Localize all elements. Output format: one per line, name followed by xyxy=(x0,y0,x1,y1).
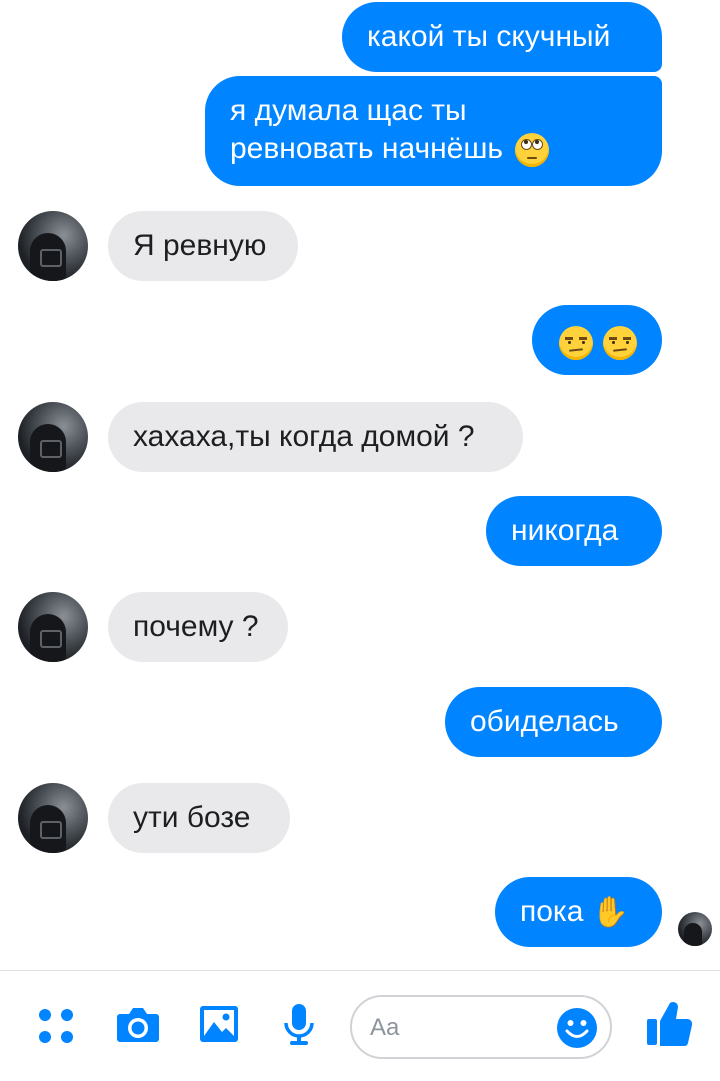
unamused-face-icon xyxy=(603,326,638,361)
contact-avatar[interactable] xyxy=(18,783,88,853)
message-bubble-outgoing[interactable] xyxy=(532,305,662,375)
message-bubble-incoming[interactable]: ути бозе xyxy=(108,783,290,853)
message-text: обиделась xyxy=(470,705,619,738)
face-with-rolling-eyes-icon xyxy=(515,133,550,168)
message-bubble-incoming[interactable]: Я ревную xyxy=(108,211,298,281)
message-bubble-incoming[interactable]: почему ? xyxy=(108,592,288,662)
contact-avatar[interactable] xyxy=(18,592,88,662)
message-text: ути бозе xyxy=(133,801,251,834)
unamused-face-icon xyxy=(559,326,593,361)
message-bubble-outgoing[interactable]: пока ✋ xyxy=(495,877,662,947)
waving-hand-icon: ✋ xyxy=(591,895,630,931)
thumbs-up-icon[interactable] xyxy=(644,997,696,1049)
message-bubble-outgoing[interactable]: обиделась xyxy=(445,687,662,757)
message-thread: какой ты скучный я думала щас ты ревнова… xyxy=(0,0,720,970)
contact-avatar[interactable] xyxy=(18,211,88,281)
message-text: Я ревную xyxy=(133,229,267,262)
contact-avatar[interactable] xyxy=(18,402,88,472)
seen-indicator-avatar xyxy=(678,912,712,946)
message-input-container[interactable] xyxy=(350,995,612,1059)
message-text: никогда xyxy=(511,514,619,547)
message-text: почему ? xyxy=(133,610,259,643)
message-bubble-outgoing[interactable]: какой ты скучный xyxy=(342,2,662,72)
message-text-line: ревновать начнёшь xyxy=(230,130,662,168)
message-text: пока xyxy=(520,895,584,928)
message-bubble-incoming[interactable]: хахаха,ты когда домой ? xyxy=(108,402,523,472)
camera-icon[interactable] xyxy=(115,1001,161,1047)
composer-bar xyxy=(0,970,720,1081)
message-text: какой ты скучный xyxy=(367,20,611,53)
message-text: хахаха,ты когда домой ? xyxy=(133,420,475,453)
message-bubble-outgoing[interactable]: я думала щас ты ревновать начнёшь xyxy=(205,76,662,186)
gallery-icon[interactable] xyxy=(196,1001,242,1047)
apps-icon[interactable] xyxy=(34,1001,80,1047)
message-text-line: я думала щас ты xyxy=(230,94,467,127)
message-bubble-outgoing[interactable]: никогда xyxy=(486,496,662,566)
message-input[interactable] xyxy=(368,1009,552,1047)
microphone-icon[interactable] xyxy=(276,1001,322,1047)
emoji-icon[interactable] xyxy=(556,1007,598,1049)
